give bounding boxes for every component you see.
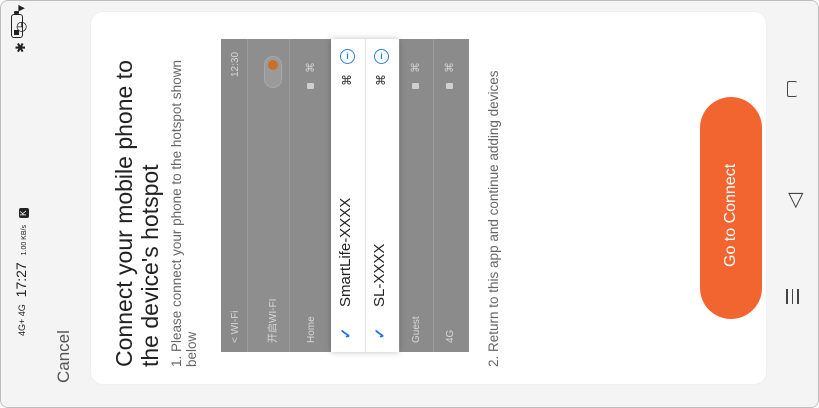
lock-icon <box>307 83 314 89</box>
highlighted-networks: ✓ SmartLife-XXXX ⌘ i ✓ SL-XXXX ⌘ i <box>331 39 399 352</box>
illustration-time: 12:30 <box>230 51 241 77</box>
lock-icon <box>446 83 453 89</box>
illustration-back-label: < WI-Fi <box>230 310 241 344</box>
wifi-settings-illustration: < WI-Fi 12:30 开启WI-FI Home ⌘ Guest ⌘ 4G … <box>221 39 469 352</box>
illustration-header-row <box>221 39 247 352</box>
navigation-bar: ◁ <box>772 1 818 407</box>
wifi-icon: ⌘ <box>444 62 456 73</box>
status-time: 17:27 <box>13 262 29 298</box>
go-to-connect-button[interactable]: Go to Connect <box>700 97 762 319</box>
wifi-icon: ⌘ <box>410 62 422 73</box>
step-1-text: 1. Please connect your phone to the hots… <box>169 60 199 367</box>
illustration-wifi-toggle <box>264 56 282 88</box>
home-icon[interactable] <box>787 81 797 97</box>
check-icon: ✓ <box>337 327 354 340</box>
status-left: 4G+ 4G 17:27 1.00 KB/s K <box>13 208 29 336</box>
illustration-network-home-label: Home <box>306 316 317 343</box>
network-speed: 1.00 KB/s <box>21 225 28 256</box>
illustration-network-guest-label: Guest <box>411 316 422 343</box>
info-icon: i <box>374 49 389 64</box>
wifi-icon: ⌘ <box>305 62 317 73</box>
check-icon: ✓ <box>371 327 388 340</box>
go-to-connect-label: Go to Connect <box>722 163 739 267</box>
illustration-wifi-toggle-label: 开启WI-FI <box>268 298 279 343</box>
content-card: Connect your mobile phone to the device'… <box>91 12 766 384</box>
divider <box>365 39 366 352</box>
info-icon: i <box>340 49 355 64</box>
wifi-icon: ⌘ <box>374 74 388 86</box>
wifi-icon: ⌘ <box>340 74 354 86</box>
network-smartlife: SmartLife-XXXX <box>337 197 354 307</box>
signal-indicator: 4G+ 4G <box>17 304 28 336</box>
phone-frame: 4G+ 4G 17:27 1.00 KB/s K ✱ ◷ ▾ Cancel Co… <box>0 0 819 408</box>
page-title: Connect your mobile phone to the device'… <box>111 60 163 367</box>
step-2-text: 2. Return to this app and continue addin… <box>486 70 501 367</box>
lock-icon <box>412 83 419 89</box>
battery-icon <box>11 11 23 38</box>
notification-icon: K <box>19 208 29 219</box>
network-sl: SL-XXXX <box>371 243 388 307</box>
menu-icon[interactable] <box>786 288 803 309</box>
status-bar: 4G+ 4G 17:27 1.00 KB/s K ✱ ◷ ▾ <box>1 1 41 407</box>
cancel-button[interactable]: Cancel <box>54 330 74 383</box>
back-icon[interactable]: ◁ <box>782 193 807 208</box>
illustration-network-4g-label: 4G <box>445 329 456 343</box>
